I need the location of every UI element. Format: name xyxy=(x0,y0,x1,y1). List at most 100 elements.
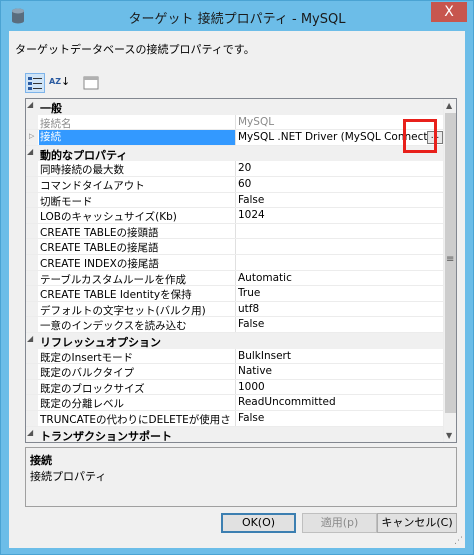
column-separator[interactable] xyxy=(235,379,236,395)
category-row[interactable]: ◢ トランザクションサポート xyxy=(26,426,444,443)
column-separator[interactable] xyxy=(235,130,236,145)
property-value[interactable]: False xyxy=(238,194,442,206)
property-row[interactable]: コマンドタイムアウト 60 xyxy=(26,177,444,193)
property-row[interactable]: 既定のブロックサイズ 1000 xyxy=(26,379,444,396)
column-separator[interactable] xyxy=(235,239,236,254)
window-title: ターゲット 接続プロパティ - MySQL xyxy=(128,12,346,27)
column-separator[interactable] xyxy=(235,411,236,426)
property-value[interactable]: False xyxy=(238,318,442,330)
category-row[interactable]: ◢ 一般 xyxy=(26,99,444,115)
cancel-button[interactable]: キャンセル(C) xyxy=(377,513,457,533)
property-row[interactable]: LOBのキャッシュサイズ(Kb) 1024 xyxy=(26,208,444,224)
collapse-icon[interactable]: ◢ xyxy=(27,147,33,156)
column-separator[interactable] xyxy=(235,192,236,208)
property-value[interactable]: False xyxy=(238,412,442,424)
vertical-scrollbar[interactable]: ▲ ≡ ▼ xyxy=(443,99,456,442)
scroll-up-icon[interactable]: ▲ xyxy=(446,101,452,110)
highlight-annotation-box xyxy=(403,119,437,153)
column-separator[interactable] xyxy=(235,364,236,379)
collapse-icon[interactable]: ◢ xyxy=(27,100,33,109)
collapse-icon[interactable]: ◢ xyxy=(27,428,33,437)
property-row[interactable]: テーブルカスタムルールを作成 Automatic xyxy=(26,270,444,287)
property-row[interactable]: CREATE INDEXの接尾語 xyxy=(26,255,444,271)
property-row[interactable]: CREATE TABLE Identityを保持 True xyxy=(26,286,444,302)
property-row[interactable]: 既定のInsertモード BulkInsert xyxy=(26,348,444,365)
apply-button[interactable]: 適用(p) xyxy=(302,513,377,533)
scroll-grip-icon: ≡ xyxy=(446,254,455,265)
column-separator[interactable] xyxy=(235,208,236,223)
property-name: TRUNCATEの代わりにDELETEが使用さ xyxy=(40,414,231,426)
property-name: テーブルカスタムルールを作成 xyxy=(40,273,187,286)
property-pages-button[interactable] xyxy=(81,73,101,93)
property-row[interactable]: 一意のインデックスを読み込む False xyxy=(26,317,444,333)
resize-grip-icon[interactable]: ⋰ xyxy=(454,536,463,546)
property-name: 既定のバルクタイプ xyxy=(40,367,135,380)
title-bar[interactable]: ターゲット 接続プロパティ - MySQL X xyxy=(1,1,473,31)
column-separator[interactable] xyxy=(235,114,236,130)
category-label: 一般 xyxy=(40,102,62,115)
scroll-down-icon[interactable]: ▼ xyxy=(446,431,452,440)
dialog-description: ターゲットデータベースの接続プロパティです。 xyxy=(15,43,255,56)
property-row[interactable]: 同時接続の最大数 20 xyxy=(26,161,444,177)
expand-icon[interactable]: ▷ xyxy=(29,132,34,140)
property-value[interactable]: Native xyxy=(238,365,442,377)
dialog-window: ターゲット 接続プロパティ - MySQL X ターゲットデータベースの接続プロ… xyxy=(0,0,474,555)
property-value[interactable]: BulkInsert xyxy=(238,350,442,362)
column-separator[interactable] xyxy=(235,270,236,286)
property-row[interactable]: 既定の分離レベル ReadUncommitted xyxy=(26,395,444,411)
property-value[interactable]: ReadUncommitted xyxy=(238,396,442,408)
column-separator[interactable] xyxy=(235,348,236,364)
category-label: トランザクションサポート xyxy=(40,429,172,443)
property-row[interactable]: 切断モード False xyxy=(26,192,444,209)
property-row[interactable]: 接続名 MySQL xyxy=(26,114,444,131)
property-grid[interactable]: ◢ 一般 接続名 MySQL ▷ 接続 MySQL .NET Driver (MySQL C… xyxy=(25,98,457,443)
property-name: コマンドタイムアウト xyxy=(40,180,145,192)
column-separator[interactable] xyxy=(235,395,236,410)
column-separator[interactable] xyxy=(235,161,236,176)
property-value[interactable]: Automatic xyxy=(238,272,442,284)
help-description: 接続プロパティ xyxy=(30,470,107,483)
property-pages-icon xyxy=(83,76,99,90)
property-row[interactable]: CREATE TABLEの接尾語 xyxy=(26,239,444,255)
categorized-view-button[interactable] xyxy=(25,73,45,93)
property-value[interactable]: True xyxy=(238,287,442,299)
column-separator[interactable] xyxy=(235,301,236,317)
column-separator[interactable] xyxy=(235,317,236,332)
property-row[interactable]: TRUNCATEの代わりにDELETEが使用さ False xyxy=(26,411,444,427)
property-row[interactable]: デフォルトの文字セット(バルク用) utf8 xyxy=(26,301,444,318)
property-name: CREATE TABLEの接頭語 xyxy=(40,226,159,239)
collapse-icon[interactable]: ◢ xyxy=(27,334,33,343)
category-label: リフレッシュオプション xyxy=(40,336,161,349)
property-row[interactable]: CREATE TABLEの接頭語 xyxy=(26,223,444,240)
column-separator[interactable] xyxy=(235,286,236,301)
property-name: 既定のブロックサイズ xyxy=(40,382,145,395)
property-name: デフォルトの文字セット(バルク用) xyxy=(40,304,206,317)
close-icon: X xyxy=(444,4,454,20)
property-value[interactable]: 1000 xyxy=(238,381,442,393)
property-value[interactable]: utf8 xyxy=(238,303,442,315)
property-name: CREATE INDEXの接尾語 xyxy=(40,258,159,270)
property-row[interactable]: 既定のバルクタイプ Native xyxy=(26,364,444,380)
property-name: LOBのキャッシュサイズ(Kb) xyxy=(40,211,177,224)
property-toolbar: AZ ↓ xyxy=(25,71,105,95)
property-row[interactable]: ▷ 接続 MySQL .NET Driver (MySQL Connector/..… xyxy=(26,130,444,146)
category-row[interactable]: ◢ リフレッシュオプション xyxy=(26,333,444,349)
column-separator[interactable] xyxy=(235,255,236,270)
property-name: 一意のインデックスを読み込む xyxy=(40,320,187,333)
alphabetical-sort-button[interactable]: AZ ↓ xyxy=(47,73,70,93)
alphabetical-sort-icon: AZ xyxy=(49,77,61,86)
close-button[interactable]: X xyxy=(431,2,467,22)
column-separator[interactable] xyxy=(235,223,236,239)
help-title: 接続 xyxy=(30,454,52,467)
ok-button[interactable]: OK(O) xyxy=(221,513,296,533)
property-value[interactable]: 60 xyxy=(238,178,442,190)
column-separator[interactable] xyxy=(235,177,236,192)
category-row[interactable]: ◢ 動的なプロパティ xyxy=(26,145,444,162)
property-value[interactable]: 1024 xyxy=(238,209,442,221)
property-value[interactable]: 20 xyxy=(238,162,442,174)
property-name: 既定のInsertモード xyxy=(40,351,134,364)
property-name: 接続名 xyxy=(40,117,72,130)
dialog-body: ターゲットデータベースの接続プロパティです。 AZ ↓ ◢ 一般 接続名 MyS… xyxy=(9,31,465,548)
property-name: 接続 xyxy=(39,130,235,146)
property-name: CREATE TABLE Identityを保持 xyxy=(40,289,192,302)
